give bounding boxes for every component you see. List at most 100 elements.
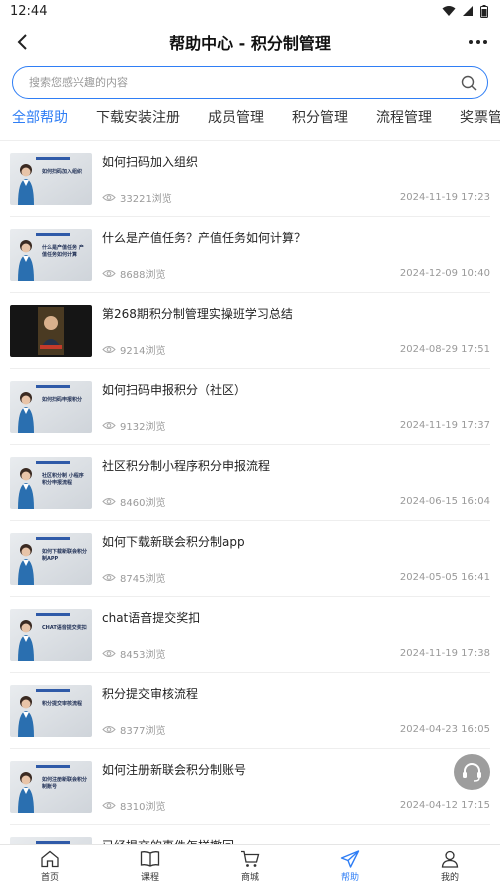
article-title: 社区积分制小程序积分申报流程 [102, 458, 271, 473]
tabbar-mall-label: 商城 [240, 873, 259, 883]
article-title: 如何扫码加入组织 [102, 154, 199, 169]
eye-icon [102, 421, 116, 429]
article-view-count: 8377浏览 [120, 725, 166, 737]
bottom-tab-bar: 首页 课程 商城 帮助 我的 [0, 844, 500, 888]
tabbar-mine[interactable]: 我的 [400, 845, 500, 888]
article-meta: 8688浏览 2024-12-09 10:40 [102, 266, 490, 281]
tab-member-management[interactable]: 成员管理 [208, 107, 264, 140]
article-info: chat语音提交奖扣 8453浏览 2024-11-19 17:38 [102, 609, 490, 661]
tabbar-home[interactable]: 首页 [0, 845, 100, 888]
tabbar-course-label: 课程 [140, 873, 159, 883]
article-item[interactable]: 第268期积分制管理实操班学习总结 9214浏览 2024-08-29 17:51 [10, 293, 490, 369]
article-item[interactable]: CHAT语音提交奖扣 chat语音提交奖扣 8453浏览 2024-11-19 17:… [10, 597, 490, 673]
article-views: 8310浏览 [102, 798, 165, 813]
article-view-count: 33221浏览 [120, 193, 172, 205]
article-thumbnail-caption: 社区积分制 小程序积分申报流程 [42, 472, 84, 486]
article-views: 9132浏览 [102, 418, 165, 433]
tab-ticket-management[interactable]: 奖票管理 [460, 107, 500, 140]
category-tabs: 全部帮助 下载安装注册 成员管理 积分管理 流程管理 奖票管理 [0, 99, 500, 141]
article-meta: 8377浏览 2024-04-23 16:05 [102, 722, 490, 737]
article-info: 第268期积分制管理实操班学习总结 9214浏览 2024-08-29 17:51 [102, 305, 490, 357]
article-meta: 8745浏览 2024-05-05 16:41 [102, 570, 490, 585]
tabbar-help-label: 帮助 [340, 873, 359, 883]
article-thumbnail: 什么是产值任务 产值任务如何计算 [10, 228, 92, 281]
book-icon [140, 851, 160, 867]
article-thumbnail: 社区积分制 小程序积分申报流程 [10, 456, 92, 509]
more-button[interactable] [466, 30, 490, 54]
article-item[interactable]: 社区积分制 小程序积分申报流程 社区积分制小程序积分申报流程 8460浏览 2024-… [10, 445, 490, 521]
home-icon [41, 850, 59, 868]
article-thumbnail [10, 304, 92, 357]
eye-icon [102, 573, 116, 581]
article-views: 8453浏览 [102, 646, 165, 661]
eye-icon [102, 725, 116, 733]
article-info: 如何扫码加入组织 33221浏览 2024-11-19 17:23 [102, 153, 490, 205]
article-item[interactable]: 什么是产值任务 产值任务如何计算 什么是产值任务？产值任务如何计算？ 8688浏览 2… [10, 217, 490, 293]
back-button[interactable] [10, 30, 34, 54]
article-meta: 8460浏览 2024-06-15 16:04 [102, 494, 490, 509]
article-views: 8460浏览 [102, 494, 165, 509]
signal-icon [463, 6, 473, 16]
article-list: 如何扫码加入组织 如何扫码加入组织 33221浏览 2024-11-19 17:23 什… [0, 141, 500, 888]
article-view-count: 8460浏览 [120, 497, 166, 509]
user-icon [441, 850, 459, 868]
article-info: 如何扫码申报积分（社区） 9132浏览 2024-11-19 17:37 [102, 381, 490, 433]
status-time: 12:44 [10, 3, 48, 19]
article-item[interactable]: 如何下载新联会积分制APP 如何下载新联会积分制app 8745浏览 2024-05-… [10, 521, 490, 597]
article-title: 第268期积分制管理实操班学习总结 [102, 306, 293, 321]
app-header: 帮助中心 - 积分制管理 [0, 22, 500, 62]
article-item[interactable]: 如何扫码加入组织 如何扫码加入组织 33221浏览 2024-11-19 17:23 [10, 141, 490, 217]
article-thumbnail: CHAT语音提交奖扣 [10, 608, 92, 661]
article-item[interactable]: 如何注册新联会积分制账号 如何注册新联会积分制账号 8310浏览 2024-04-12… [10, 749, 490, 825]
article-date: 2024-11-19 17:23 [399, 191, 490, 203]
article-title: 如何下载新联会积分制app [102, 534, 245, 549]
eye-icon [102, 649, 116, 657]
eye-icon [102, 497, 116, 505]
paper-plane-icon [340, 850, 360, 868]
tabbar-mall[interactable]: 商城 [200, 845, 300, 888]
tabbar-help[interactable]: 帮助 [300, 845, 400, 888]
article-date: 2024-06-15 16:04 [399, 495, 490, 507]
tabbar-mine-label: 我的 [440, 873, 459, 883]
search-box [12, 66, 488, 99]
article-item[interactable]: 如何扫码申报积分 如何扫码申报积分（社区） 9132浏览 2024-11-19 17:… [10, 369, 490, 445]
article-date: 2024-11-19 17:38 [399, 647, 490, 659]
wifi-icon [442, 6, 456, 16]
status-icons [442, 4, 488, 18]
article-date: 2024-12-09 10:40 [399, 267, 490, 279]
article-thumbnail-caption: 积分提交审核流程 [42, 700, 83, 707]
article-date: 2024-08-29 17:51 [399, 343, 490, 355]
tab-download-install[interactable]: 下载安装注册 [96, 107, 180, 140]
article-title: 什么是产值任务？产值任务如何计算？ [102, 230, 307, 245]
article-date: 2024-11-19 17:37 [399, 419, 490, 431]
article-item[interactable]: 积分提交审核流程 积分提交审核流程 8377浏览 2024-04-23 16:05 [10, 673, 490, 749]
tabbar-course[interactable]: 课程 [100, 845, 200, 888]
article-thumbnail-caption: CHAT语音提交奖扣 [42, 624, 87, 631]
article-thumbnail: 如何扫码加入组织 [10, 152, 92, 205]
article-meta: 9214浏览 2024-08-29 17:51 [102, 342, 490, 357]
customer-service-button[interactable] [454, 754, 490, 790]
search-input[interactable] [29, 76, 461, 89]
tab-all-help[interactable]: 全部帮助 [12, 107, 68, 140]
article-date: 2024-04-12 17:15 [399, 799, 490, 811]
article-thumbnail: 积分提交审核流程 [10, 684, 92, 737]
tab-process-management[interactable]: 流程管理 [376, 107, 432, 140]
article-view-count: 8688浏览 [120, 269, 166, 281]
article-meta: 8453浏览 2024-11-19 17:38 [102, 646, 490, 661]
article-view-count: 8453浏览 [120, 649, 166, 661]
article-thumbnail-caption: 如何扫码申报积分 [42, 396, 83, 403]
article-thumbnail: 如何下载新联会积分制APP [10, 532, 92, 585]
article-thumbnail-caption: 如何扫码加入组织 [42, 168, 83, 175]
tab-points-management[interactable]: 积分管理 [292, 107, 348, 140]
article-info: 如何注册新联会积分制账号 8310浏览 2024-04-12 17:15 [102, 761, 490, 813]
search-icon[interactable] [461, 75, 477, 91]
eye-icon [102, 345, 116, 353]
article-views: 8688浏览 [102, 266, 165, 281]
article-thumbnail-caption: 如何注册新联会积分制账号 [42, 776, 88, 790]
article-thumbnail-caption: 什么是产值任务 产值任务如何计算 [42, 244, 84, 258]
article-thumbnail: 如何扫码申报积分 [10, 380, 92, 433]
article-title: 如何注册新联会积分制账号 [102, 762, 247, 777]
article-info: 社区积分制小程序积分申报流程 8460浏览 2024-06-15 16:04 [102, 457, 490, 509]
article-view-count: 9132浏览 [120, 421, 166, 433]
article-view-count: 9214浏览 [120, 345, 166, 357]
